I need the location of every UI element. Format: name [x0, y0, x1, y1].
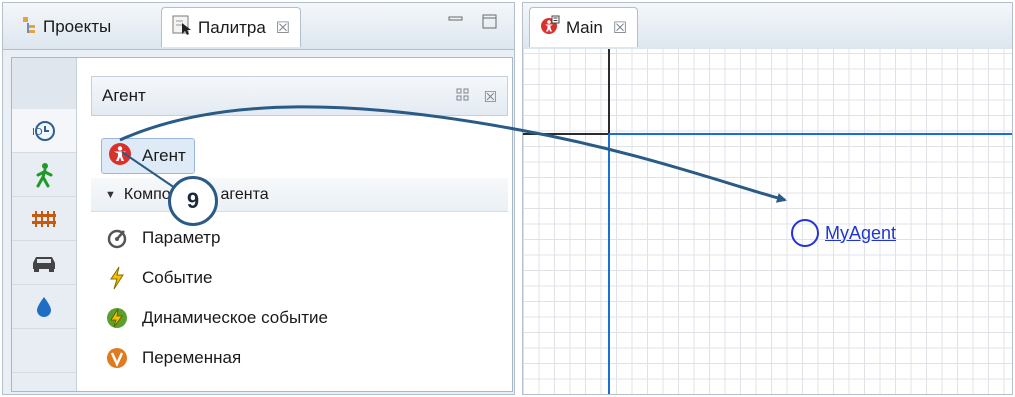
section-header-agent[interactable]: Агент ☒: [91, 76, 508, 116]
frame-top-border: [609, 133, 1012, 135]
palette-item-label: Параметр: [142, 228, 221, 247]
grid-view-icon[interactable]: [456, 88, 470, 106]
close-icon[interactable]: ☒: [276, 18, 290, 38]
palette-item-label: Переменная: [142, 348, 242, 367]
rail-icon[interactable]: [12, 197, 76, 241]
event-icon: [104, 265, 130, 291]
category-strip-header: [12, 58, 76, 110]
close-icon[interactable]: ☒: [613, 18, 627, 38]
palette-item-agent[interactable]: Агент: [101, 138, 195, 174]
minimize-icon[interactable]: [447, 13, 465, 31]
variable-icon: [104, 345, 130, 371]
palette-category-strip: ID: [12, 58, 77, 391]
palette-item-parameter[interactable]: Параметр: [104, 220, 220, 256]
palette-item-event[interactable]: Событие: [104, 260, 212, 296]
agent-population-element[interactable]: MyAgent: [791, 219, 896, 247]
group-agent-components[interactable]: ▼ Компоненты агента: [91, 178, 508, 212]
tab-projects-label: Проекты: [43, 17, 112, 36]
agent-name-label[interactable]: MyAgent: [825, 223, 896, 244]
tab-palette-label: Палитра: [198, 17, 266, 37]
palette-body: ID Агент ☒ Агент ▼ агента Параметр Событ…: [11, 57, 513, 392]
more-categories-icon[interactable]: [12, 329, 76, 373]
parameter-icon: [104, 225, 130, 251]
chevron-down-icon[interactable]: ▼: [105, 189, 116, 201]
editor-tabbar: Main ☒: [523, 3, 1012, 50]
canvas-axis-y-negative: [608, 49, 610, 135]
tab-main-label: Main: [566, 17, 603, 37]
projects-icon: [21, 15, 37, 40]
section-title: Агент: [102, 86, 146, 105]
agent-icon: [108, 142, 132, 171]
palette-item-agent-label: Агент: [142, 146, 186, 165]
graphical-editor-canvas[interactable]: MyAgent: [523, 49, 1012, 394]
palette-view: Проекты Палитра ☒ ID Агент ☒ Агент ▼ аге…: [2, 2, 515, 395]
agent-circle-icon: [791, 219, 819, 247]
tab-projects[interactable]: Проекты: [11, 7, 121, 47]
palette-item-dynamic-event[interactable]: Динамическое событие: [104, 300, 328, 336]
editor-view: Main ☒ MyAgent: [522, 2, 1013, 395]
frame-left-border: [608, 134, 610, 394]
dynamic-event-icon: [104, 305, 130, 331]
palette-item-label: Событие: [142, 268, 213, 287]
canvas-axis-x-negative: [523, 133, 609, 135]
svg-text:ID: ID: [32, 127, 43, 138]
left-view-tabbar: Проекты Палитра ☒: [3, 3, 514, 50]
main-agent-icon: [540, 15, 560, 40]
callout-badge: 9: [168, 176, 218, 226]
pedestrian-icon[interactable]: [12, 153, 76, 197]
palette-icon: [172, 15, 192, 40]
fluid-drop-icon[interactable]: [12, 285, 76, 329]
agent-time-icon[interactable]: ID: [12, 109, 76, 153]
close-section-icon[interactable]: ☒: [484, 88, 497, 106]
maximize-icon[interactable]: [481, 13, 499, 31]
palette-item-label: Динамическое событие: [142, 308, 328, 327]
palette-item-variable[interactable]: Переменная: [104, 340, 241, 376]
tab-palette[interactable]: Палитра ☒: [161, 7, 302, 47]
tab-main[interactable]: Main ☒: [529, 7, 639, 47]
car-icon[interactable]: [12, 241, 76, 285]
